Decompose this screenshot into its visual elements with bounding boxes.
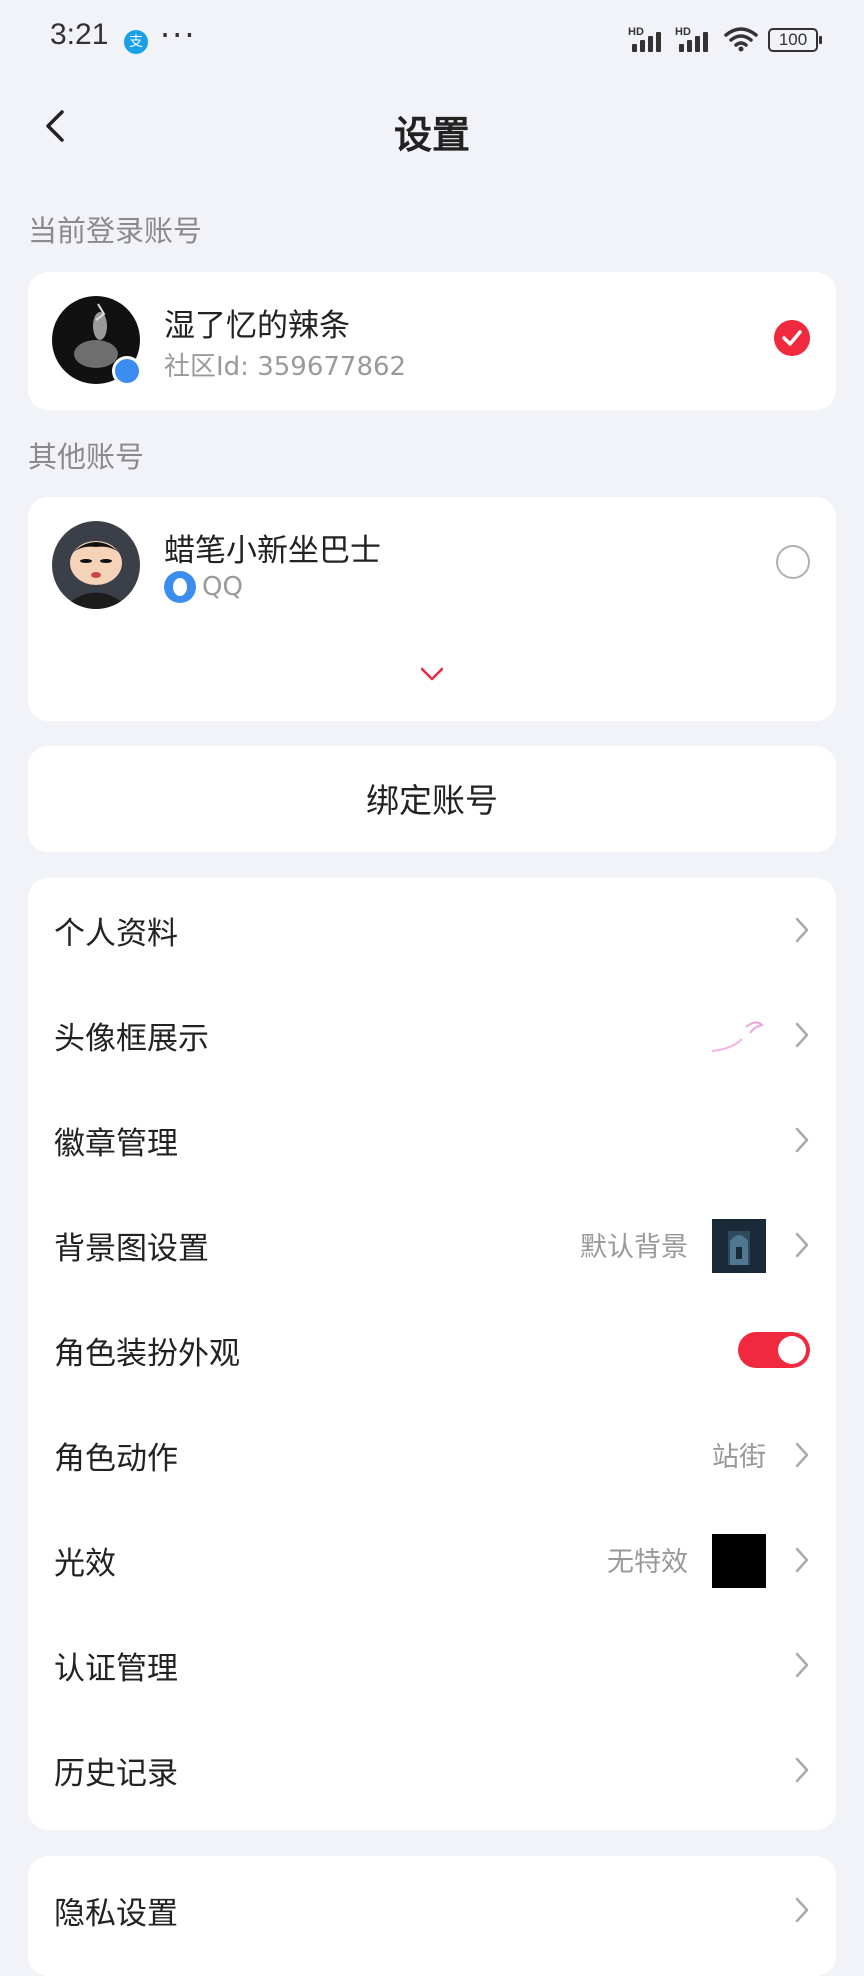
- account-type: QQ: [164, 571, 243, 603]
- menu-item-profile[interactable]: 个人资料: [28, 878, 836, 983]
- current-account-label: 当前登录账号: [28, 214, 203, 248]
- menu-item-privacy[interactable]: 隐私设置: [28, 1856, 836, 1961]
- unselected-radio[interactable]: [776, 545, 810, 579]
- menu-item-costume: 角色装扮外观: [28, 1298, 836, 1403]
- bind-account-label: 绑定账号: [366, 781, 498, 820]
- signal-2-icon: HD: [675, 26, 708, 52]
- account-name: 湿了忆的辣条: [164, 308, 350, 344]
- status-time: 3:21: [50, 18, 109, 51]
- expand-accounts-icon[interactable]: [420, 667, 444, 681]
- avatar-frame-preview-icon: [711, 1021, 764, 1052]
- other-accounts-card: 蜡笔小新坐巴士 QQ: [28, 497, 836, 721]
- menu-item-avatar-frame[interactable]: 头像框展示: [28, 983, 836, 1088]
- chevron-right-icon: [795, 1127, 809, 1153]
- menu-item-background[interactable]: 背景图设置 默认背景: [28, 1193, 836, 1298]
- selected-check-icon[interactable]: [774, 320, 810, 356]
- privacy-card: 隐私设置: [28, 1856, 836, 1976]
- status-bar: 3:21 支 ··· HD HD 100: [0, 0, 864, 84]
- alipay-icon: 支: [124, 30, 148, 54]
- account-id: 社区Id: 359677862: [164, 352, 407, 382]
- menu-item-history[interactable]: 历史记录: [28, 1718, 836, 1823]
- more-notifications-icon: ···: [160, 16, 197, 54]
- chevron-right-icon: [795, 1757, 809, 1783]
- settings-menu-card: 个人资料 头像框展示 徽章管理 背景图设置 默认背景 角色装扮外观 角色动作 站…: [28, 878, 836, 1830]
- costume-toggle[interactable]: [738, 1332, 810, 1368]
- light-effect-thumbnail: [712, 1534, 766, 1588]
- avatar: [52, 521, 140, 609]
- qq-icon: [164, 571, 196, 603]
- light-effect-value: 无特效: [607, 1547, 688, 1578]
- battery-icon: 100: [768, 28, 822, 52]
- account-name: 蜡笔小新坐巴士: [164, 533, 381, 569]
- menu-item-verification[interactable]: 认证管理: [28, 1613, 836, 1718]
- menu-item-badges[interactable]: 徽章管理: [28, 1088, 836, 1193]
- top-nav: 设置: [0, 84, 864, 168]
- chevron-right-icon: [795, 1232, 809, 1258]
- page-title: 设置: [393, 113, 470, 157]
- chevron-right-icon: [795, 1547, 809, 1573]
- chevron-right-icon: [795, 1442, 809, 1468]
- menu-item-action[interactable]: 角色动作 站街: [28, 1403, 836, 1508]
- qq-badge-icon: [112, 356, 142, 386]
- bind-account-button[interactable]: 绑定账号: [28, 746, 836, 852]
- chevron-right-icon: [795, 917, 809, 943]
- signal-1-icon: HD: [628, 26, 661, 52]
- other-account-row[interactable]: 蜡笔小新坐巴士 QQ: [28, 511, 836, 621]
- background-thumbnail: [712, 1219, 766, 1273]
- wifi-icon: [724, 27, 758, 52]
- chevron-right-icon: [795, 1022, 809, 1048]
- other-accounts-label: 其他账号: [28, 440, 145, 474]
- menu-item-light-effect[interactable]: 光效 无特效: [28, 1508, 836, 1613]
- background-value: 默认背景: [580, 1232, 688, 1263]
- chevron-right-icon: [795, 1652, 809, 1678]
- action-value: 站街: [712, 1442, 766, 1473]
- current-account-row[interactable]: 湿了忆的辣条 社区Id: 359677862: [28, 286, 836, 396]
- status-icons: HD HD 100: [628, 26, 822, 52]
- current-account-card: 湿了忆的辣条 社区Id: 359677862: [28, 272, 836, 410]
